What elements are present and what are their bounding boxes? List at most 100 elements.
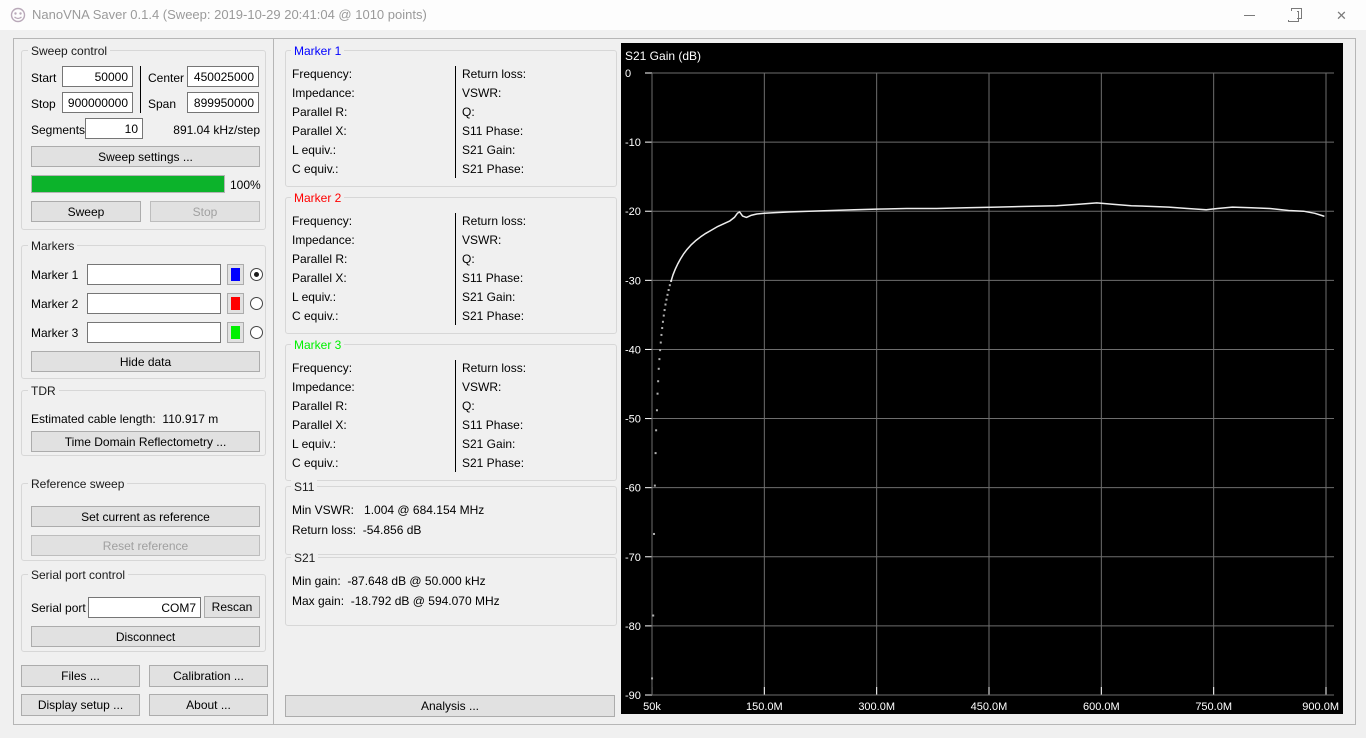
- marker-1-info-divider: [455, 66, 456, 178]
- s11-return-loss-label: Return loss:: [292, 523, 357, 537]
- hide-data-button[interactable]: Hide data: [31, 351, 260, 372]
- y-tick-label--30: -30: [625, 275, 641, 287]
- trace-dot-11: [659, 349, 662, 352]
- sweep-control-title: Sweep control: [28, 44, 111, 58]
- y-tick-label--40: -40: [625, 344, 641, 356]
- marker-1-radio-dot: [254, 272, 259, 277]
- files-button[interactable]: Files ...: [21, 665, 140, 687]
- s21-gain-chart-canvas[interactable]: 0 -10 -20 -30 -40 -50 -60 -70 -80 -9050k 150.0M 300…: [621, 43, 1343, 714]
- marker-2-frequency-input[interactable]: [87, 293, 221, 314]
- trace-dot-12: [659, 341, 662, 344]
- start-frequency-input[interactable]: [62, 66, 133, 87]
- cable-length-value: 110.917 m: [162, 412, 219, 426]
- marker-1-color-chip: [231, 268, 240, 281]
- analysis-button[interactable]: Analysis ...: [285, 695, 615, 717]
- s21-gain-chart[interactable]: 0 -10 -20 -30 -40 -50 -60 -70 -80 -90 50k 150.0M 300…: [621, 43, 1343, 714]
- trace-dot-7: [656, 392, 659, 395]
- trace-dot-3: [653, 484, 656, 487]
- reset-reference-button[interactable]: Reset reference: [31, 535, 260, 556]
- marker-3-field-return-loss: Return loss:: [462, 361, 527, 375]
- marker-3-field-parallel-r: Parallel R:: [292, 399, 348, 413]
- marker-3-frequency-input[interactable]: [87, 322, 221, 343]
- disconnect-button[interactable]: Disconnect: [31, 626, 260, 647]
- serial-port-input[interactable]: [88, 597, 201, 618]
- s21-max-gain-row: Max gain: -18.792 dB @ 594.070 MHz: [292, 594, 500, 608]
- marker-2-info-title: Marker 2: [291, 191, 345, 205]
- segments-input[interactable]: [85, 118, 143, 139]
- marker-1-field-s21-phase: S21 Phase:: [462, 162, 525, 176]
- trace-dot-10: [658, 358, 661, 361]
- serial-port-label: Serial port: [31, 601, 86, 615]
- sweep-progress-bar: [31, 175, 225, 193]
- marker-1-select-radio[interactable]: [250, 268, 263, 281]
- about-button[interactable]: About ...: [149, 694, 268, 716]
- marker-1-field-s11-phase: S11 Phase:: [462, 124, 524, 138]
- marker-1-field-vswr: VSWR:: [462, 86, 502, 100]
- restore-icon: [1288, 7, 1302, 22]
- marker-2-label: Marker 2: [31, 297, 79, 311]
- s11-min-vswr-value: 1.004 @ 684.154 MHz: [364, 503, 485, 517]
- marker-2-field-s11-phase: S11 Phase:: [462, 271, 524, 285]
- marker-3-field-s21-gain: S21 Gain:: [462, 437, 516, 451]
- marker-3-field-s11-phase: S11 Phase:: [462, 418, 524, 432]
- marker-2-field-s21-phase: S21 Phase:: [462, 309, 525, 323]
- x-tick-label-750.0M: 750.0M: [1195, 701, 1232, 713]
- trace-dot-15: [661, 320, 664, 323]
- center-frequency-input[interactable]: [187, 66, 259, 87]
- window-title: NanoVNA Saver 0.1.4 (Sweep: 2019-10-29 2…: [32, 7, 427, 22]
- trace-dot-2: [653, 532, 656, 535]
- sweep-settings-button[interactable]: Sweep settings ...: [31, 146, 260, 167]
- display-setup-button[interactable]: Display setup ...: [21, 694, 140, 716]
- calibration-button[interactable]: Calibration ...: [149, 665, 268, 687]
- reference-sweep-title: Reference sweep: [28, 477, 128, 491]
- stop-button[interactable]: Stop: [150, 201, 260, 222]
- marker-3-field-l-equiv: L equiv.:: [292, 437, 337, 451]
- s21-group: [285, 557, 617, 626]
- marker-3-field-vswr: VSWR:: [462, 380, 502, 394]
- s21-title: S21: [291, 551, 319, 565]
- s21-max-gain-label: Max gain:: [292, 594, 345, 608]
- marker-2-field-parallel-x: Parallel X:: [292, 271, 347, 285]
- close-button[interactable]: ✕: [1319, 0, 1364, 30]
- trace-dot-19: [665, 298, 668, 301]
- s21-gain-trace: [670, 202, 1325, 282]
- trace-dot-21: [667, 289, 670, 292]
- marker-3-color-button[interactable]: [227, 322, 244, 343]
- trace-dot-13: [660, 333, 663, 336]
- stop-frequency-input[interactable]: [62, 92, 133, 113]
- trace-dot-5: [655, 429, 658, 432]
- trace-dot-20: [666, 293, 669, 296]
- marker-2-color-button[interactable]: [227, 293, 244, 314]
- marker-2-select-radio[interactable]: [250, 297, 263, 310]
- s11-title: S11: [291, 480, 318, 494]
- time-domain-reflectometry-button[interactable]: Time Domain Reflectometry ...: [31, 431, 260, 452]
- marker-1-field-impedance: Impedance:: [292, 86, 355, 100]
- marker-1-color-button[interactable]: [227, 264, 244, 285]
- marker-1-info-title: Marker 1: [291, 44, 345, 58]
- trace-dot-17: [663, 309, 666, 312]
- marker-2-field-return-loss: Return loss:: [462, 214, 527, 228]
- marker-1-label: Marker 1: [31, 268, 79, 282]
- sweep-column-divider: [140, 66, 141, 113]
- marker-2-field-l-equiv: L equiv.:: [292, 290, 337, 304]
- restore-button[interactable]: [1272, 0, 1317, 30]
- marker-1-field-frequency: Frequency:: [292, 67, 353, 81]
- set-reference-button[interactable]: Set current as reference: [31, 506, 260, 527]
- start-label: Start: [31, 71, 57, 85]
- s11-return-loss-value: -54.856 dB: [362, 523, 422, 537]
- y-tick-label--70: -70: [625, 552, 641, 564]
- step-size-text: 891.04 kHz/step: [173, 123, 260, 137]
- marker-2-color-chip: [231, 297, 240, 310]
- rescan-button[interactable]: Rescan: [204, 596, 260, 618]
- y-tick-label--90: -90: [625, 690, 641, 702]
- y-tick-label--60: -60: [625, 483, 641, 495]
- sweep-button[interactable]: Sweep: [31, 201, 141, 222]
- marker-3-field-q: Q:: [462, 399, 475, 413]
- span-frequency-input[interactable]: [187, 92, 259, 113]
- minimize-button[interactable]: [1227, 0, 1272, 30]
- s11-return-loss-row: Return loss: -54.856 dB: [292, 523, 421, 537]
- marker-2-field-impedance: Impedance:: [292, 233, 355, 247]
- marker-3-label: Marker 3: [31, 326, 79, 340]
- marker-1-frequency-input[interactable]: [87, 264, 221, 285]
- marker-3-select-radio[interactable]: [250, 326, 263, 339]
